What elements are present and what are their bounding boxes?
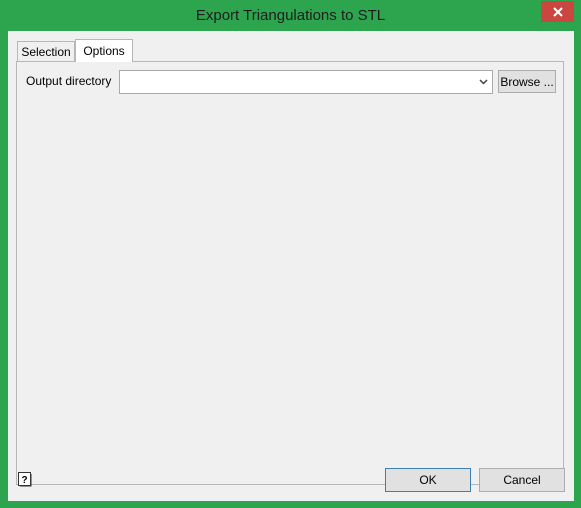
output-directory-combobox[interactable] <box>119 70 493 94</box>
output-directory-label: Output directory <box>26 74 112 88</box>
title-bar[interactable]: Export Triangulations to STL <box>0 0 581 32</box>
options-tab-panel: Output directory Browse ... <box>16 61 564 485</box>
tab-selection-label: Selection <box>21 44 71 59</box>
browse-button[interactable]: Browse ... <box>498 70 556 93</box>
tab-options[interactable]: Options <box>75 39 133 62</box>
window-title: Export Triangulations to STL <box>195 7 386 24</box>
cancel-button[interactable]: Cancel <box>479 468 565 492</box>
chevron-down-icon <box>478 79 488 85</box>
output-directory-input[interactable] <box>122 73 476 91</box>
svg-text:?: ? <box>21 475 27 486</box>
help-icon[interactable]: ? <box>18 472 32 488</box>
close-button[interactable] <box>541 1 574 22</box>
dialog-client-area: Selection Options Output directory Brows… <box>8 31 574 501</box>
tab-selection[interactable]: Selection <box>17 41 75 61</box>
tab-options-label: Options <box>83 44 125 58</box>
dialog-window: Export Triangulations to STL Selection O… <box>0 0 581 508</box>
ok-button[interactable]: OK <box>385 468 471 492</box>
close-icon <box>552 6 563 17</box>
dropdown-button[interactable] <box>476 73 490 91</box>
